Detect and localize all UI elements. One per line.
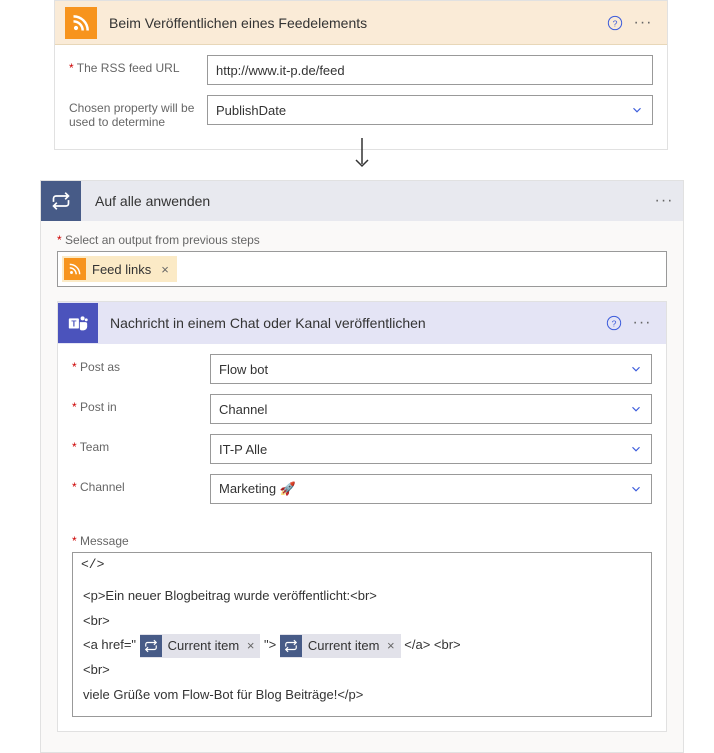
rss-icon <box>64 258 86 280</box>
msg-line: <p>Ein neuer Blogbeitrag wurde veröffent… <box>83 584 641 609</box>
teams-icon: T <box>58 303 98 343</box>
help-icon[interactable]: ? <box>600 309 628 337</box>
team-value: IT-P Alle <box>219 442 267 457</box>
team-select[interactable]: IT-P Alle <box>210 434 652 464</box>
loop-icon <box>41 181 81 221</box>
msg-line: <br> <box>83 658 641 683</box>
token-remove-icon[interactable]: × <box>383 634 394 659</box>
loop-icon <box>280 635 302 657</box>
help-icon[interactable]: ? <box>601 9 629 37</box>
more-icon[interactable]: ··· <box>628 309 656 337</box>
message-content[interactable]: <p>Ein neuer Blogbeitrag wurde veröffent… <box>73 576 651 716</box>
channel-row: Channel Marketing 🚀 <box>72 474 652 504</box>
rss-prop-value: PublishDate <box>216 103 286 118</box>
rss-url-label: The RSS feed URL <box>69 55 207 75</box>
chevron-down-icon <box>630 103 644 117</box>
team-row: Team IT-P Alle <box>72 434 652 464</box>
chevron-down-icon <box>629 362 643 376</box>
token-remove-icon[interactable]: × <box>243 634 254 659</box>
channel-value: Marketing 🚀 <box>219 481 296 497</box>
foreach-header: Auf alle anwenden ··· <box>41 181 683 221</box>
post-in-select[interactable]: Channel <box>210 394 652 424</box>
msg-line: <a href=" Current item × "> Current item… <box>83 633 641 658</box>
post-in-label: Post in <box>72 394 210 414</box>
svg-text:?: ? <box>613 18 618 28</box>
more-icon[interactable]: ··· <box>629 9 657 37</box>
rss-icon <box>65 7 97 39</box>
teams-body: Post as Flow bot Post in Channel Team IT… <box>58 344 666 524</box>
team-label: Team <box>72 434 210 454</box>
chevron-down-icon <box>629 442 643 456</box>
loop-icon <box>140 635 162 657</box>
channel-select[interactable]: Marketing 🚀 <box>210 474 652 504</box>
post-as-row: Post as Flow bot <box>72 354 652 384</box>
select-output-label: Select an output from previous steps <box>41 221 683 251</box>
current-item-token[interactable]: Current item × <box>280 634 401 659</box>
rss-url-input[interactable] <box>207 55 653 85</box>
rss-prop-select[interactable]: PublishDate <box>207 95 653 125</box>
rss-prop-label: Chosen property will be used to determin… <box>69 95 207 129</box>
rss-prop-row: Chosen property will be used to determin… <box>69 95 653 129</box>
rss-card-body: The RSS feed URL Chosen property will be… <box>55 45 667 149</box>
teams-header: T Nachricht in einem Chat oder Kanal ver… <box>58 302 666 344</box>
rss-card-header: Beim Veröffentlichen eines Feedelements … <box>55 1 667 45</box>
post-in-row: Post in Channel <box>72 394 652 424</box>
teams-action-card: T Nachricht in einem Chat oder Kanal ver… <box>57 301 667 732</box>
channel-label: Channel <box>72 474 210 494</box>
teams-title: Nachricht in einem Chat oder Kanal veröf… <box>110 315 600 331</box>
post-as-label: Post as <box>72 354 210 374</box>
post-in-value: Channel <box>219 402 267 417</box>
post-as-value: Flow bot <box>219 362 268 377</box>
rss-title: Beim Veröffentlichen eines Feedelements <box>109 15 601 31</box>
foreach-card: Auf alle anwenden ··· Select an output f… <box>40 180 684 753</box>
msg-line: viele Grüße vom Flow-Bot für Blog Beiträ… <box>83 683 641 708</box>
rss-url-row: The RSS feed URL <box>69 55 653 85</box>
svg-text:T: T <box>71 320 76 329</box>
select-output-input[interactable]: Feed links × <box>57 251 667 287</box>
more-icon[interactable]: ··· <box>655 187 683 215</box>
message-box[interactable]: </> <p>Ein neuer Blogbeitrag wurde veröf… <box>72 552 652 717</box>
arrow-down-icon <box>350 138 374 177</box>
msg-line: <br> <box>83 609 641 634</box>
svg-text:?: ? <box>612 318 617 328</box>
rss-trigger-card: Beim Veröffentlichen eines Feedelements … <box>54 0 668 150</box>
token-remove-icon[interactable]: × <box>161 262 169 277</box>
chevron-down-icon <box>629 482 643 496</box>
current-item-token[interactable]: Current item × <box>140 634 261 659</box>
feed-links-token[interactable]: Feed links × <box>62 256 177 282</box>
code-view-icon[interactable]: </> <box>73 553 651 576</box>
foreach-title: Auf alle anwenden <box>81 193 655 209</box>
message-label: Message <box>58 534 666 548</box>
token-label: Feed links <box>92 262 151 277</box>
chevron-down-icon <box>629 402 643 416</box>
post-as-select[interactable]: Flow bot <box>210 354 652 384</box>
